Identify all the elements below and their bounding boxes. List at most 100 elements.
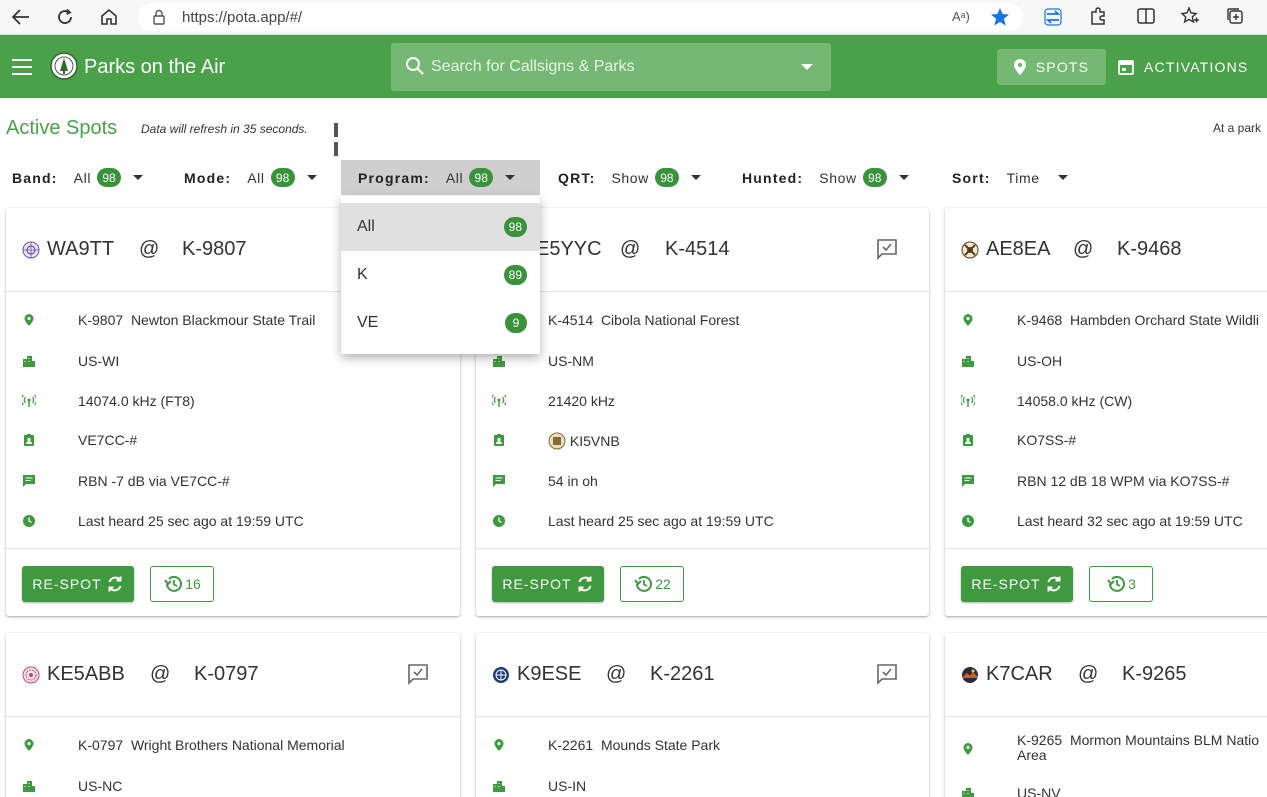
- filter-band[interactable]: Band: All 98: [12, 160, 144, 195]
- program-option-k[interactable]: K 89: [341, 251, 540, 299]
- spot-card: AE8EA @ K-9468 K-9468 Hambden Orchard St…: [945, 208, 1267, 616]
- program-option-all[interactable]: All 98: [341, 203, 540, 251]
- park-reference[interactable]: K-9807: [182, 238, 247, 261]
- frequency: 21420 kHz: [548, 393, 615, 409]
- activator-callsign[interactable]: K7CAR: [986, 663, 1053, 686]
- card-actions: RE-SPOT 16: [6, 548, 460, 616]
- activator-callsign[interactable]: E5YYC: [536, 238, 602, 261]
- pota-logo-icon[interactable]: [50, 52, 78, 80]
- park-name[interactable]: Hambden Orchard State Wildli: [1070, 312, 1259, 328]
- address-bar[interactable]: https://pota.app/#/ Aᵃ): [138, 3, 1023, 31]
- home-icon[interactable]: [98, 6, 120, 28]
- comment-check-icon[interactable]: [876, 663, 898, 685]
- comment-check-icon[interactable]: [407, 663, 429, 685]
- location-row: US-NM: [476, 352, 929, 372]
- respot-button[interactable]: RE-SPOT: [22, 566, 134, 602]
- card-header: K7CAR @ K-9265: [945, 633, 1267, 717]
- location: US-NM: [548, 353, 594, 369]
- option-label: K: [357, 266, 368, 283]
- filter-value: Time: [1006, 169, 1040, 186]
- refresh-notice: Data will refresh in 35 seconds.: [141, 122, 308, 136]
- refresh-icon: [576, 575, 594, 593]
- spotter[interactable]: VE7CC-#: [78, 432, 137, 448]
- pause-icon[interactable]: [334, 123, 346, 156]
- history-button[interactable]: 22: [620, 566, 684, 602]
- city-icon: [22, 779, 36, 793]
- back-icon[interactable]: [10, 6, 32, 28]
- spot-card: E5YYC @ K-4514 K-4514 Cibola National Fo…: [476, 208, 929, 616]
- park-ref[interactable]: K-9807: [78, 312, 123, 328]
- count-badge: 98: [654, 168, 679, 187]
- filter-value: Show: [819, 169, 857, 186]
- park-name[interactable]: Mounds State Park: [601, 737, 720, 753]
- activations-button[interactable]: ACTIVATIONS: [1110, 49, 1260, 85]
- comment: RBN 12 dB 18 WPM via KO7SS-#: [1017, 473, 1230, 489]
- favorite-star-icon[interactable]: [990, 7, 1010, 32]
- id-badge-icon: [492, 433, 506, 447]
- city-icon: [492, 779, 506, 793]
- activator-callsign[interactable]: AE8EA: [986, 238, 1050, 261]
- search-input[interactable]: Search for Callsigns & Parks: [391, 43, 831, 91]
- url-text[interactable]: https://pota.app/#/: [182, 9, 302, 26]
- filter-program[interactable]: Program: All 98: [341, 160, 540, 195]
- collections-icon[interactable]: [1225, 6, 1245, 31]
- park-ref[interactable]: K-9265: [1017, 732, 1062, 748]
- park-name[interactable]: Mormon Mountains BLM Natio: [1070, 732, 1259, 748]
- location: US-NV: [1017, 785, 1061, 797]
- at-sign: @: [150, 663, 171, 685]
- search-dropdown-caret-icon[interactable]: [801, 64, 813, 70]
- spotter[interactable]: KO7SS-#: [1017, 432, 1076, 448]
- at-park-label[interactable]: At a park: [1213, 121, 1261, 135]
- spots-button[interactable]: SPOTS: [997, 49, 1106, 85]
- refresh-icon: [1045, 575, 1063, 593]
- park-ref[interactable]: K-0797: [78, 737, 123, 753]
- respot-button[interactable]: RE-SPOT: [492, 566, 604, 602]
- app-title[interactable]: Parks on the Air: [84, 56, 225, 79]
- park-ref[interactable]: K-4514: [548, 312, 593, 328]
- spots-button-label: SPOTS: [1035, 59, 1090, 75]
- spotter[interactable]: KI5VNB: [570, 433, 620, 449]
- extensions-icon[interactable]: [1088, 6, 1108, 31]
- park-ref[interactable]: K-2261: [548, 737, 593, 753]
- history-button[interactable]: 16: [150, 566, 214, 602]
- card-header: KE5ABB @ K-0797: [6, 633, 460, 717]
- activator-callsign[interactable]: KE5ABB: [47, 663, 125, 686]
- park-name-continued[interactable]: Area: [1017, 747, 1047, 763]
- park-name[interactable]: Newton Blackmour State Trail: [131, 312, 315, 328]
- location-row: US-OH: [945, 352, 1267, 372]
- park-name[interactable]: Wright Brothers National Memorial: [131, 737, 345, 753]
- menu-icon[interactable]: [12, 59, 32, 75]
- sync-icon[interactable]: [1042, 6, 1064, 33]
- lock-icon[interactable]: [152, 9, 166, 30]
- card-actions: RE-SPOT 3: [945, 548, 1267, 616]
- history-icon: [633, 574, 653, 594]
- park-reference[interactable]: K-9265: [1122, 663, 1187, 686]
- activator-callsign[interactable]: K9ESE: [517, 663, 581, 686]
- filter-hunted[interactable]: Hunted: Show 98: [742, 160, 909, 195]
- reload-icon[interactable]: [54, 6, 76, 28]
- park-reference[interactable]: K-9468: [1117, 238, 1182, 261]
- comment-check-icon[interactable]: [876, 238, 898, 260]
- operator-flag-icon: [22, 666, 40, 684]
- map-pin-icon: [961, 313, 975, 327]
- filter-mode[interactable]: Mode: All 98: [184, 160, 317, 195]
- program-option-ve[interactable]: VE 9: [341, 299, 540, 347]
- park-ref[interactable]: K-9468: [1017, 312, 1062, 328]
- park-reference[interactable]: K-2261: [650, 663, 715, 686]
- filter-sort[interactable]: Sort: Time: [952, 160, 1068, 195]
- favorites-icon[interactable]: [1180, 6, 1200, 31]
- activator-callsign[interactable]: WA9TT: [47, 238, 114, 261]
- count-badge: 98: [270, 168, 295, 187]
- caret-down-icon: [690, 175, 701, 180]
- respot-button[interactable]: RE-SPOT: [961, 566, 1073, 602]
- park-reference[interactable]: K-0797: [194, 663, 259, 686]
- clock-icon: [22, 514, 36, 528]
- park-reference[interactable]: K-4514: [665, 238, 730, 261]
- park-name[interactable]: Cibola National Forest: [601, 312, 740, 328]
- card-header: AE8EA @ K-9468: [945, 208, 1267, 292]
- split-screen-icon[interactable]: [1136, 6, 1156, 31]
- read-aloud-icon[interactable]: Aᵃ): [952, 9, 970, 24]
- history-button[interactable]: 3: [1089, 566, 1153, 602]
- spotter-flag-icon: [548, 432, 566, 450]
- filter-qrt[interactable]: QRT: Show 98: [558, 160, 701, 195]
